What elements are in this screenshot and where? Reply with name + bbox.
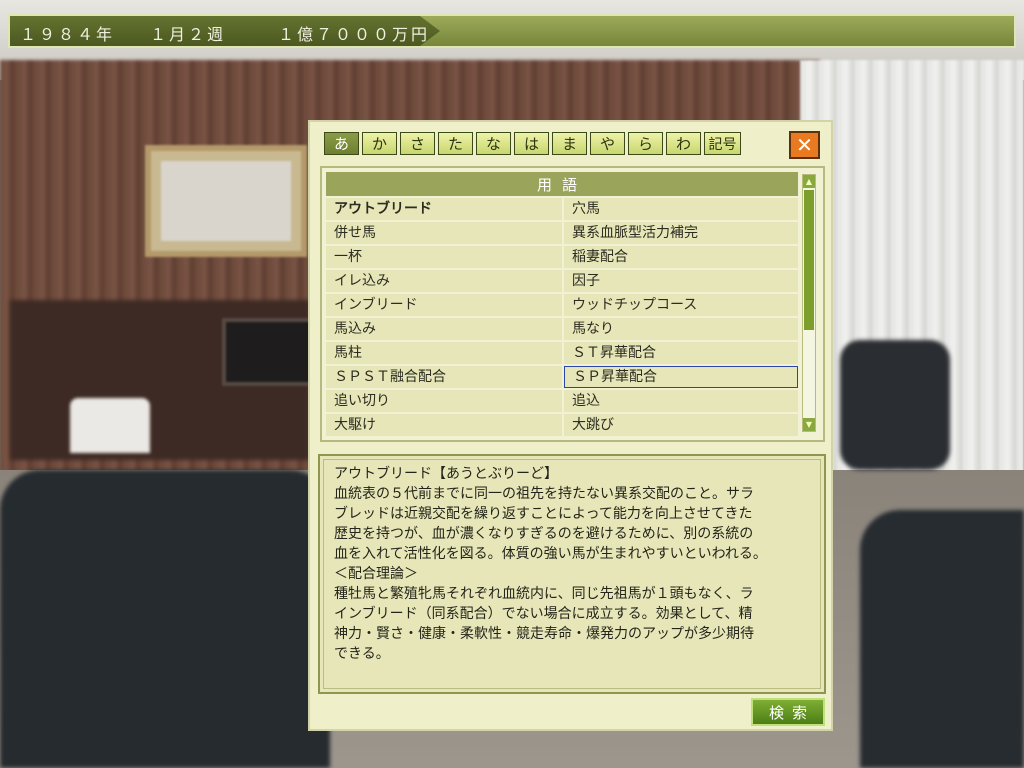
- description-line: 歴史を持つが、血が濃くなりすぎるのを避けるために、別の系統の: [334, 526, 754, 542]
- kana-tab-bar: あ か さ た な は ま や ら わ 記号: [324, 132, 741, 155]
- term-item[interactable]: 追い切り: [326, 390, 562, 412]
- table-row: イレ込み 因子: [326, 270, 798, 294]
- table-row: 馬柱 ＳＴ昇華配合: [326, 342, 798, 366]
- glossary-dialog: あ か さ た な は ま や ら わ 記号 ✕ 用語 アウトブリード 穴馬 併…: [308, 120, 833, 731]
- term-item[interactable]: イレ込み: [326, 270, 562, 292]
- background-chair: [840, 340, 950, 470]
- close-button[interactable]: ✕: [789, 131, 820, 159]
- table-row: ＳＰＳＴ融合配合 ＳＰ昇華配合: [326, 366, 798, 390]
- description-line: ＜配合理論＞: [334, 566, 418, 582]
- term-item[interactable]: インブリード: [326, 294, 562, 316]
- status-money: １億７０００万円: [278, 25, 431, 44]
- term-item[interactable]: 一杯: [326, 246, 562, 268]
- term-item[interactable]: ＳＴ昇華配合: [564, 342, 798, 364]
- tab-na[interactable]: な: [476, 132, 511, 155]
- status-week: １月２週: [150, 25, 227, 44]
- description-line: インブリード（同系配合）でない場合に成立する。効果として、精: [334, 606, 753, 622]
- table-row: 一杯 稲妻配合: [326, 246, 798, 270]
- description-line: できる。: [334, 646, 390, 662]
- term-rows: アウトブリード 穴馬 併せ馬 異系血脈型活力補完 一杯 稲妻配合 イレ込み 因子…: [326, 198, 798, 438]
- tab-ra[interactable]: ら: [628, 132, 663, 155]
- description-line: 血を入れて活性化を図る。体質の強い馬が生まれやすいといわれる。: [334, 546, 767, 562]
- term-item[interactable]: 馬なり: [564, 318, 798, 340]
- term-item[interactable]: 異系血脈型活力補完: [564, 222, 798, 244]
- scroll-up-icon[interactable]: ▲: [803, 175, 815, 188]
- scroll-down-icon[interactable]: ▼: [803, 418, 815, 431]
- term-list-header: 用語: [326, 172, 798, 196]
- tab-wa[interactable]: わ: [666, 132, 701, 155]
- scroll-thumb[interactable]: [804, 190, 814, 330]
- table-row: 大駆け 大跳び: [326, 414, 798, 438]
- term-item[interactable]: ウッドチップコース: [564, 294, 798, 316]
- search-button[interactable]: 検索: [751, 698, 825, 726]
- background-sofa-right: [860, 510, 1024, 768]
- term-item[interactable]: アウトブリード: [326, 198, 562, 220]
- term-item[interactable]: 大駆け: [326, 414, 562, 436]
- background-picture-frame: [145, 145, 307, 257]
- description-panel: アウトブリード【あうとぶりーど】 血統表の５代前までに同一の祖先を持たない異系交…: [318, 454, 826, 694]
- term-item[interactable]: ＳＰＳＴ融合配合: [326, 366, 562, 388]
- background-sofa-left: [0, 470, 330, 768]
- term-item[interactable]: 因子: [564, 270, 798, 292]
- background-lamp: [70, 398, 150, 453]
- tab-a[interactable]: あ: [324, 132, 359, 155]
- description-line: 神力・賢さ・健康・柔軟性・競走寿命・爆発力のアップが多少期待: [334, 626, 754, 642]
- description-line: アウトブリード【あうとぶりーど】: [334, 466, 558, 482]
- tab-ha[interactable]: は: [514, 132, 549, 155]
- tab-ta[interactable]: た: [438, 132, 473, 155]
- table-row: 追い切り 追込: [326, 390, 798, 414]
- term-item[interactable]: 追込: [564, 390, 798, 412]
- description-line: 種牡馬と繁殖牝馬それぞれ血統内に、同じ先祖馬が１頭もなく、ラ: [334, 586, 754, 602]
- table-row: 馬込み 馬なり: [326, 318, 798, 342]
- status-year: １９８４年: [20, 25, 116, 44]
- table-row: 併せ馬 異系血脈型活力補完: [326, 222, 798, 246]
- description-text: アウトブリード【あうとぶりーど】 血統表の５代前までに同一の祖先を持たない異系交…: [334, 464, 822, 664]
- table-row: アウトブリード 穴馬: [326, 198, 798, 222]
- term-item-selected[interactable]: ＳＰ昇華配合: [564, 366, 798, 388]
- term-item[interactable]: 併せ馬: [326, 222, 562, 244]
- term-item[interactable]: 穴馬: [564, 198, 798, 220]
- background-tv: [222, 318, 315, 386]
- tab-ka[interactable]: か: [362, 132, 397, 155]
- status-bar: １９８４年 １月２週 １億７０００万円: [8, 14, 1016, 48]
- term-item[interactable]: 大跳び: [564, 414, 798, 436]
- tab-symbols[interactable]: 記号: [704, 132, 741, 155]
- term-item[interactable]: 馬込み: [326, 318, 562, 340]
- description-line: 血統表の５代前までに同一の祖先を持たない異系交配のこと。サラ: [334, 486, 754, 502]
- tab-sa[interactable]: さ: [400, 132, 435, 155]
- term-list-scrollbar[interactable]: ▲ ▼: [802, 174, 816, 432]
- table-row: インブリード ウッドチップコース: [326, 294, 798, 318]
- description-line: ブレッドは近親交配を繰り返すことによって能力を向上させてきた: [334, 506, 753, 522]
- term-item[interactable]: 馬柱: [326, 342, 562, 364]
- term-item[interactable]: 稲妻配合: [564, 246, 798, 268]
- close-icon: ✕: [796, 133, 813, 157]
- tab-ya[interactable]: や: [590, 132, 625, 155]
- term-list: 用語 アウトブリード 穴馬 併せ馬 異系血脈型活力補完 一杯 稲妻配合 イレ込み…: [320, 166, 825, 442]
- tab-ma[interactable]: ま: [552, 132, 587, 155]
